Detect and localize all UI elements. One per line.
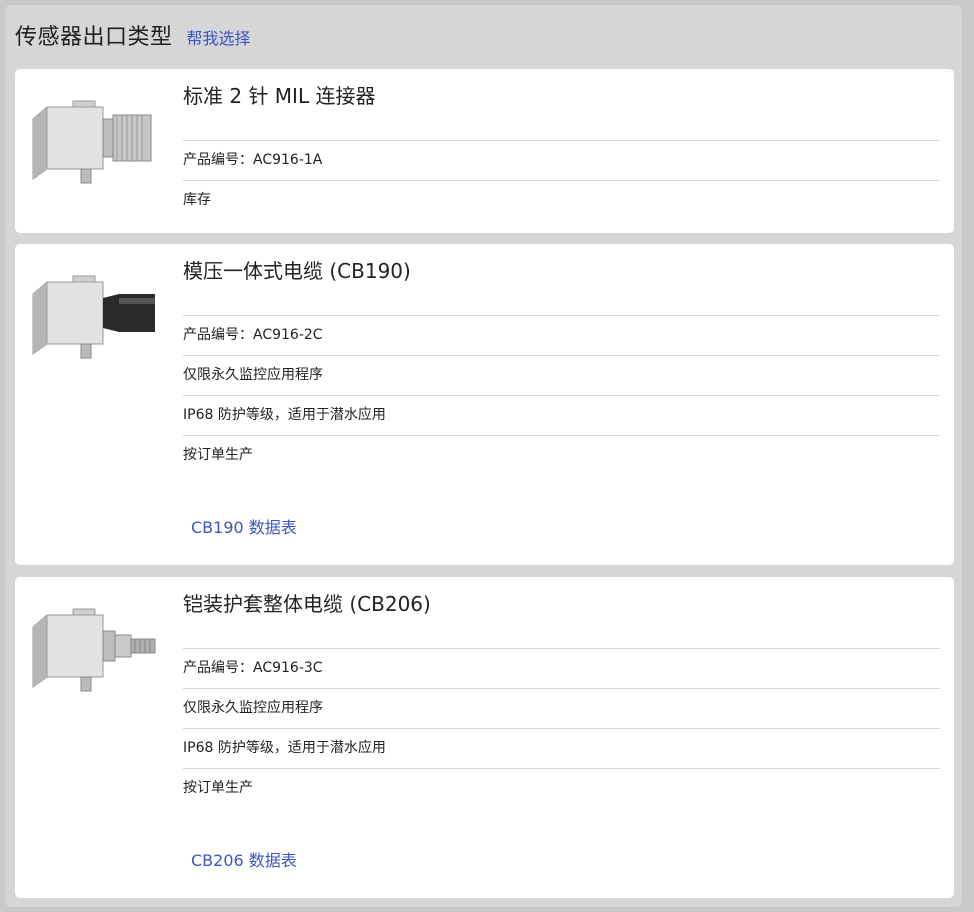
- product-number: 产品编号：AC916-3C: [183, 649, 940, 689]
- sensor-armored-cable-image: [32, 608, 156, 692]
- option-card-armored-cable[interactable]: 铠装护套整体电缆 (CB206) 产品编号：AC916-3C 仅限永久监控应用程…: [15, 577, 954, 898]
- option-card-mil-connector[interactable]: 标准 2 针 MIL 连接器 产品编号：AC916-1A 库存: [15, 69, 954, 233]
- product-number: 产品编号：AC916-2C: [183, 316, 940, 356]
- help-me-choose-link[interactable]: 帮我选择: [187, 25, 251, 49]
- feature-row: 仅限永久监控应用程序: [183, 356, 940, 396]
- feature-row: 按订单生产: [183, 447, 253, 463]
- feature-row: 仅限永久监控应用程序: [183, 689, 940, 729]
- stock-status: 库存: [183, 192, 211, 208]
- sensor-molded-cable-image: [32, 275, 155, 359]
- product-number: 产品编号：AC916-1A: [183, 141, 940, 181]
- card-title: 铠装护套整体电缆 (CB206): [183, 577, 940, 649]
- page-title: 传感器出口类型: [15, 25, 173, 50]
- feature-row: IP68 防护等级，适用于潜水应用: [183, 729, 940, 769]
- card-body: 模压一体式电缆 (CB190) 产品编号：AC916-2C 仅限永久监控应用程序…: [183, 244, 940, 475]
- sensor-output-panel: 传感器出口类型 帮我选择 标准 2 针 MIL 连接器 产品编号：AC916-1…: [5, 5, 962, 907]
- feature-row: 按订单生产: [183, 780, 253, 796]
- sensor-mil-connector-image: [32, 100, 152, 184]
- card-title: 模压一体式电缆 (CB190): [183, 244, 940, 316]
- option-card-molded-cable[interactable]: 模压一体式电缆 (CB190) 产品编号：AC916-2C 仅限永久监控应用程序…: [15, 244, 954, 565]
- feature-row: IP68 防护等级，适用于潜水应用: [183, 396, 940, 436]
- card-body: 铠装护套整体电缆 (CB206) 产品编号：AC916-3C 仅限永久监控应用程…: [183, 577, 940, 808]
- cb190-datasheet-link[interactable]: CB190 数据表: [191, 514, 297, 538]
- card-title: 标准 2 针 MIL 连接器: [183, 69, 940, 141]
- card-body: 标准 2 针 MIL 连接器 产品编号：AC916-1A 库存: [183, 69, 940, 220]
- cb206-datasheet-link[interactable]: CB206 数据表: [191, 847, 297, 871]
- panel-header: 传感器出口类型 帮我选择: [15, 19, 251, 59]
